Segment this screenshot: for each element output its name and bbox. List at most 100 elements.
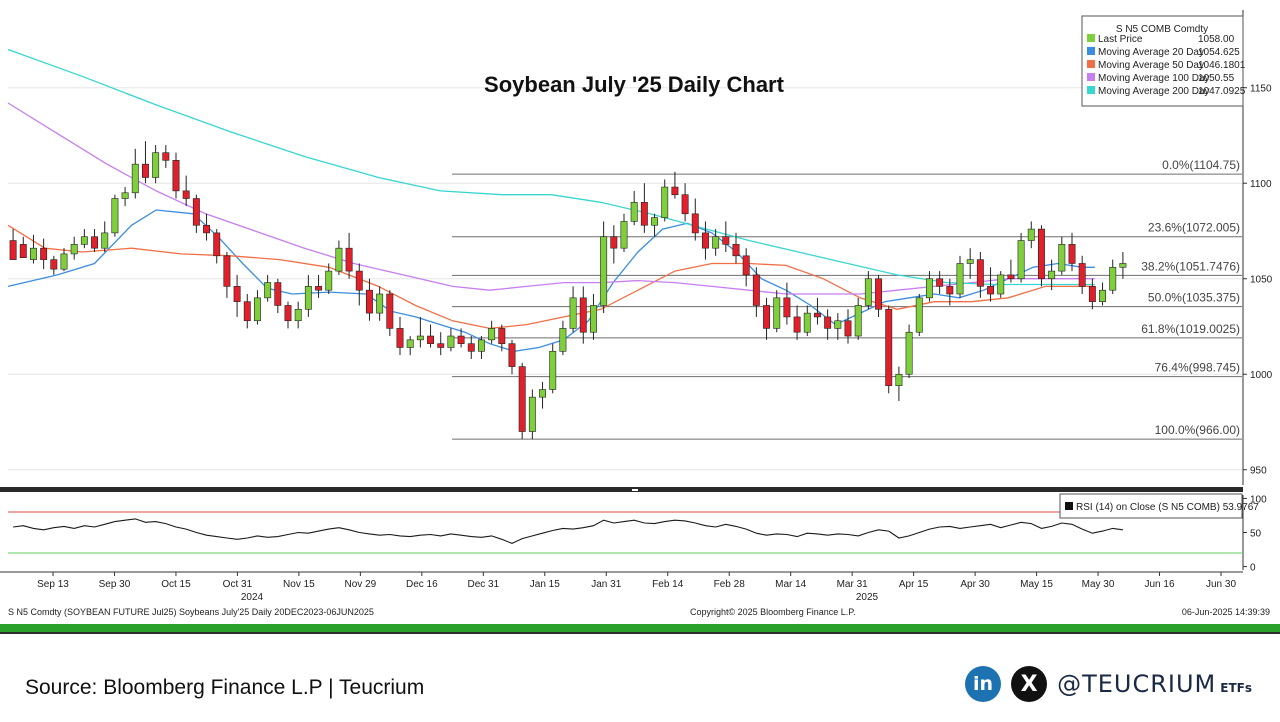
x-tick-label: Jan 31 (591, 579, 621, 590)
candle-body (528, 396, 536, 432)
candle-body (315, 286, 323, 291)
candle-body (925, 278, 933, 299)
candle-body (365, 289, 373, 314)
candle-body (60, 253, 68, 270)
x-tick-label: Jun 30 (1206, 579, 1236, 590)
candle-body (661, 186, 669, 218)
candle-body (233, 286, 241, 302)
candle-body (40, 247, 48, 260)
candle-body (162, 152, 170, 161)
candle-body (549, 351, 557, 390)
candle-body (569, 297, 577, 329)
candle-body (70, 244, 78, 255)
candle-body (19, 244, 27, 259)
candle-body (396, 328, 404, 348)
candle-body (294, 308, 302, 322)
candle-body (172, 160, 180, 192)
candle-body (701, 232, 709, 249)
year-label: 2025 (856, 592, 879, 603)
rsi-legend-text: RSI (14) on Close (S N5 COMB) 53.9767 (1076, 502, 1259, 513)
candle-body (335, 247, 343, 272)
candle-body (824, 316, 832, 329)
candle-body (763, 305, 771, 329)
x-tick-label: Oct 15 (161, 579, 191, 590)
candle-body (508, 343, 516, 367)
candle-body (742, 255, 750, 276)
candle-body (223, 255, 231, 287)
candle-body (29, 247, 37, 260)
legend-entry-name: Moving Average 50 Day (1098, 60, 1204, 71)
candle-body (416, 335, 424, 341)
candle-body (539, 389, 547, 398)
instrument-info: S N5 Comdty (SOYBEAN FUTURE Jul25) Soybe… (8, 607, 374, 617)
timestamp: 06-Jun-2025 14:39:39 (1182, 607, 1270, 617)
candle-body (355, 270, 363, 291)
copyright: Copyright© 2025 Bloomberg Finance L.P. (690, 607, 856, 617)
x-tick-label: Apr 30 (960, 579, 990, 590)
chart-title: Soybean July '25 Daily Chart (484, 72, 785, 97)
candle-body (1017, 240, 1025, 280)
price-chart: 0.0%(1104.75) 23.6%(1072.005) 38.2%(1051.7… (0, 0, 1280, 632)
candle-body (681, 194, 689, 215)
candle-body (1099, 289, 1107, 302)
candle-body (101, 232, 109, 249)
candle-body (630, 202, 638, 222)
candle-body (457, 335, 465, 344)
candle-body (1068, 244, 1076, 264)
candle-body (813, 312, 821, 318)
x-tick-label: Mar 31 (837, 579, 869, 590)
x-tick-label: Feb 14 (652, 579, 684, 590)
legend-entry-value: 1047.0925 (1198, 86, 1246, 97)
legend: S N5 COMB Comdty Last Price 1058.00Moving… (1081, 15, 1246, 107)
candle-body (91, 236, 99, 249)
candle-body (1109, 266, 1117, 291)
brand-suffix: ETFs (1220, 681, 1252, 695)
candle-body (834, 320, 842, 329)
x-tick-label: Dec 16 (406, 579, 438, 590)
legend-swatch (1087, 86, 1095, 94)
brand-area: in X @TEUCRIUM ETFs (965, 666, 1252, 702)
footer: Source: Bloomberg Finance L.P | Teucrium… (0, 632, 1280, 722)
fib-label: 0.0%(1104.75) (1162, 158, 1240, 172)
legend-entry-name: Moving Average 200 Day (1098, 86, 1210, 97)
candle-body (9, 240, 17, 260)
candle-body (773, 297, 781, 329)
candle-body (844, 320, 852, 337)
candle-body (376, 293, 384, 314)
candle-body (152, 152, 160, 178)
candle-body (976, 259, 984, 287)
candle-body (1078, 263, 1086, 287)
candle-body (488, 328, 496, 341)
chart-frame: 0.0%(1104.75) 23.6%(1072.005) 38.2%(1051.7… (0, 0, 1280, 722)
price-tick-label: 1000 (1250, 370, 1273, 381)
brand-handle: @TEUCRIUM (1057, 670, 1217, 698)
candle-body (783, 297, 791, 318)
candle-body (1027, 228, 1035, 241)
x-icon[interactable]: X (1011, 666, 1048, 702)
candle-body (946, 286, 954, 295)
candle-body (264, 282, 272, 299)
x-tick-label: Oct 31 (223, 579, 253, 590)
x-tick-label: Jan 15 (530, 579, 560, 590)
legend-entry-name: Moving Average 100 Day (1098, 73, 1210, 84)
candle-body (885, 308, 893, 386)
candle-body (905, 331, 913, 375)
candle-body (1119, 263, 1127, 268)
linkedin-icon[interactable]: in (965, 666, 1002, 702)
candle-body (875, 278, 883, 310)
candle-body (80, 236, 88, 245)
candle-body (518, 366, 526, 432)
x-tick-label: Jun 16 (1145, 579, 1175, 590)
candle-body (50, 259, 58, 270)
legend-swatch (1087, 34, 1095, 42)
legend-entry-value: 1054.625 (1198, 47, 1240, 58)
candle-body (345, 247, 353, 272)
candle-body (447, 335, 455, 348)
price-tick-label: 1100 (1250, 179, 1272, 190)
candle-body (437, 343, 445, 348)
candle-body (1088, 286, 1096, 302)
candle-body (915, 297, 923, 333)
candle-body (111, 198, 119, 234)
candle-body (966, 259, 974, 264)
legend-entry-value: 1046.1801 (1198, 60, 1246, 71)
